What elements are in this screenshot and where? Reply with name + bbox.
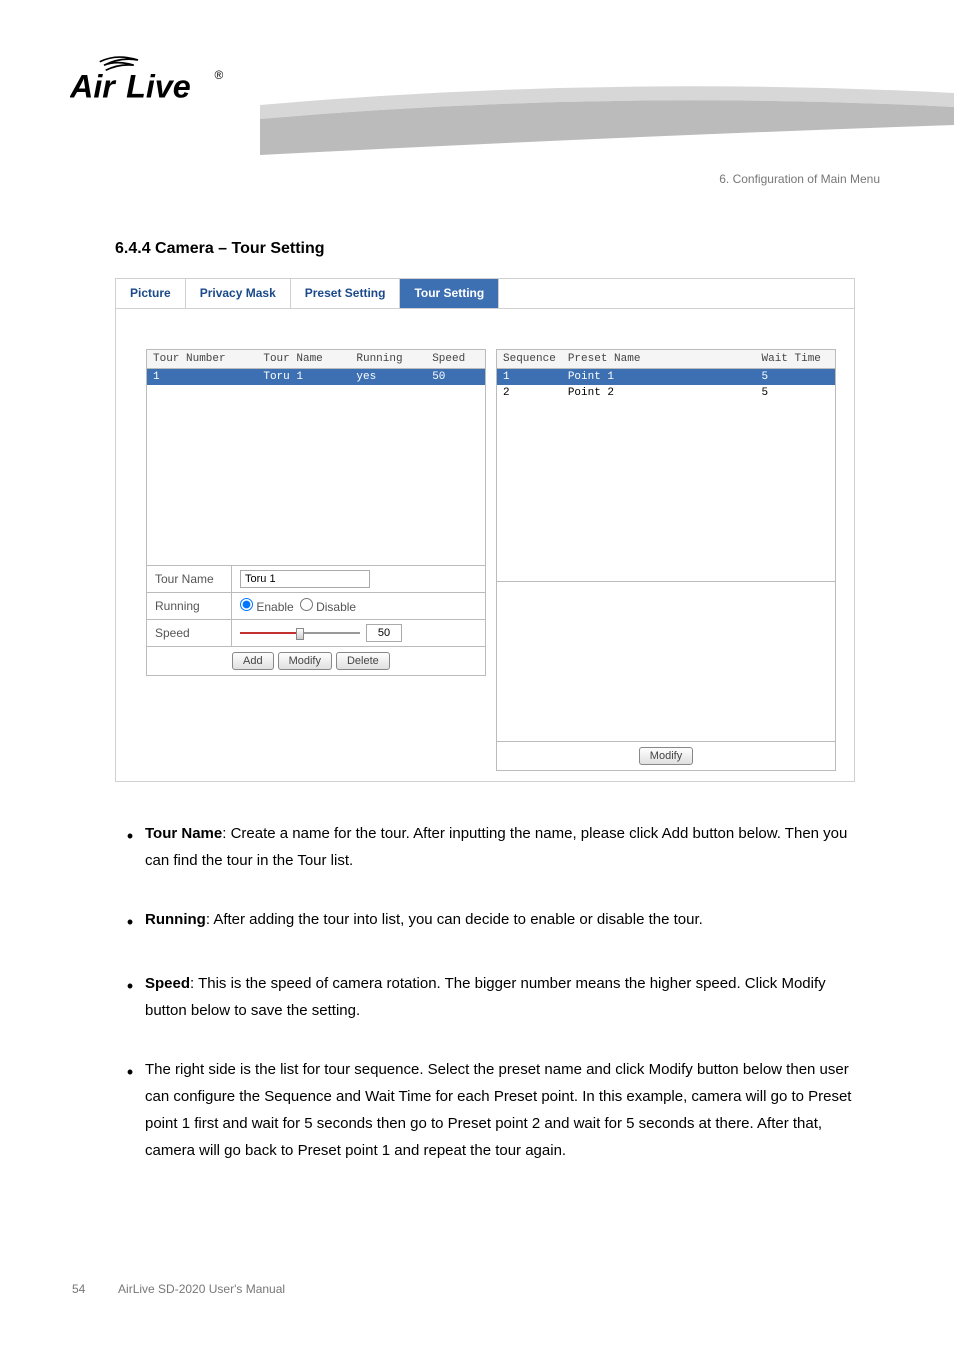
table-row[interactable]: 1 Point 1 5	[497, 369, 836, 386]
speed-input[interactable]	[366, 624, 402, 642]
speed-row: Speed	[146, 620, 486, 647]
speed-label: Speed	[147, 620, 232, 646]
manual-title: AirLive SD-2020 User's Manual	[118, 1282, 285, 1296]
running-row: Running Enable Disable	[146, 593, 486, 620]
svg-text:Live: Live	[126, 69, 191, 105]
chapter-label: 6. Configuration of Main Menu	[719, 172, 880, 186]
bullet-item: • Running: After adding the tour into li…	[115, 906, 855, 938]
table-row[interactable]: 2 Point 2 5	[497, 385, 836, 401]
running-label: Running	[147, 593, 232, 619]
modify-button[interactable]: Modify	[278, 652, 332, 670]
svg-text:Air: Air	[70, 69, 117, 105]
delete-button[interactable]: Delete	[336, 652, 390, 670]
right-button-row: Modify	[496, 742, 836, 771]
bullet-lead: Running	[145, 911, 206, 928]
header-swoosh	[260, 85, 954, 155]
settings-panel: Picture Privacy Mask Preset Setting Tour…	[115, 278, 855, 782]
bullet-lead: Speed	[145, 975, 190, 992]
bullet-item: • The right side is the list for tour se…	[115, 1056, 855, 1164]
tab-preset-setting[interactable]: Preset Setting	[291, 279, 401, 308]
bullet-lead: The right side	[145, 1061, 236, 1078]
running-enable-radio[interactable]	[240, 598, 253, 611]
tour-table: Tour Number Tour Name Running Speed 1 To…	[146, 349, 486, 566]
col-speed: Speed	[426, 350, 485, 369]
page-footer: 54 AirLive SD-2020 User's Manual	[72, 1282, 285, 1296]
tour-name-input[interactable]	[240, 570, 370, 588]
brand-logo: Air Live ®	[70, 55, 240, 111]
running-disable-option[interactable]: Disable	[300, 598, 356, 614]
bullet-rest: is the list for tour sequence. Select th…	[145, 1061, 851, 1159]
col-wait-time: Wait Time	[756, 350, 836, 369]
svg-text:®: ®	[214, 68, 223, 82]
bullet-rest: : This is the speed of camera rotation. …	[145, 975, 826, 1019]
bullet-item: • Tour Name: Create a name for the tour.…	[115, 820, 855, 874]
bullet-dot: •	[115, 820, 145, 874]
tab-picture[interactable]: Picture	[116, 279, 186, 308]
left-button-row: Add Modify Delete	[146, 647, 486, 676]
bullet-lead: Tour Name	[145, 825, 222, 842]
running-disable-radio[interactable]	[300, 598, 313, 611]
add-button[interactable]: Add	[232, 652, 274, 670]
col-preset-name: Preset Name	[562, 350, 756, 369]
tab-privacy-mask[interactable]: Privacy Mask	[186, 279, 291, 308]
tour-name-row: Tour Name	[146, 566, 486, 593]
tour-name-label: Tour Name	[147, 566, 232, 592]
col-tour-number: Tour Number	[147, 350, 258, 369]
tab-bar: Picture Privacy Mask Preset Setting Tour…	[116, 279, 854, 309]
bullet-dot: •	[115, 1056, 145, 1164]
speed-slider[interactable]	[240, 627, 360, 639]
col-tour-name: Tour Name	[257, 350, 350, 369]
table-row[interactable]: 1 Toru 1 yes 50	[147, 369, 486, 386]
bullet-dot: •	[115, 970, 145, 1024]
tab-tour-setting[interactable]: Tour Setting	[400, 279, 499, 308]
bullet-item: • Speed: This is the speed of camera rot…	[115, 970, 855, 1024]
col-sequence: Sequence	[497, 350, 562, 369]
bullet-list: • Tour Name: Create a name for the tour.…	[115, 820, 855, 1196]
bullet-rest: : After adding the tour into list, you c…	[206, 911, 703, 928]
sequence-table: Sequence Preset Name Wait Time 1 Point 1…	[496, 349, 836, 742]
modify-right-button[interactable]: Modify	[639, 747, 693, 765]
bullet-rest: : Create a name for the tour. After inpu…	[145, 825, 847, 869]
section-title: 6.4.4 Camera – Tour Setting	[115, 240, 325, 258]
col-running: Running	[350, 350, 426, 369]
page-number: 54	[72, 1282, 85, 1296]
running-enable-option[interactable]: Enable	[240, 598, 294, 614]
bullet-dot: •	[115, 906, 145, 938]
